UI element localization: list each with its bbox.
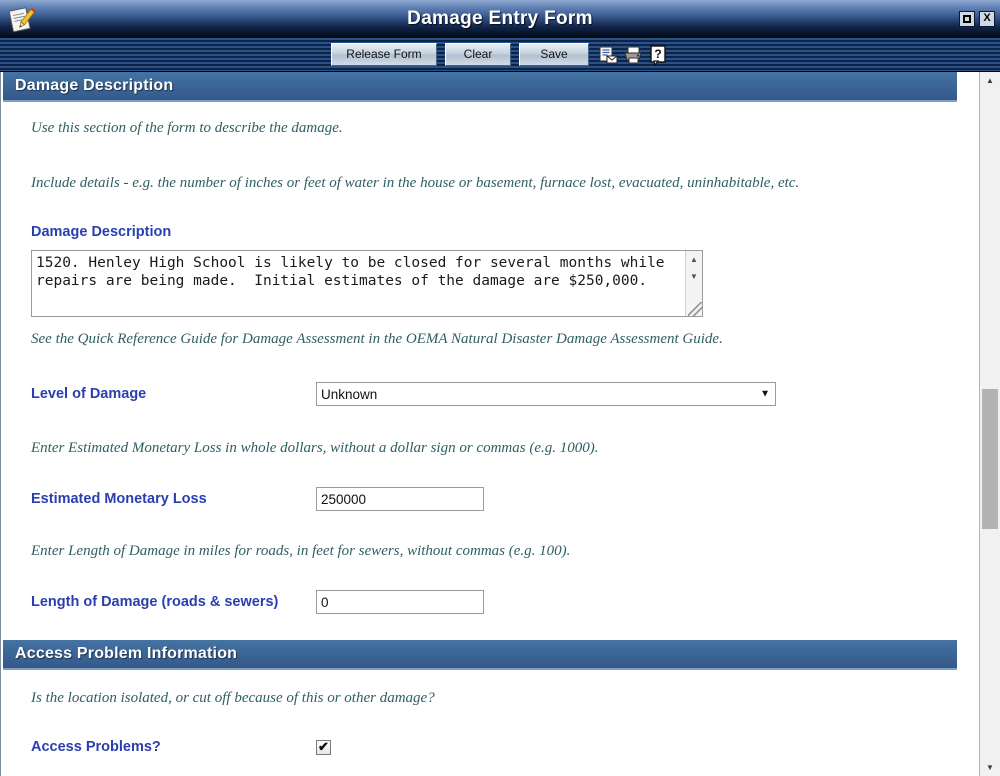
textarea-scroll-up-icon[interactable]: ▲: [686, 251, 703, 268]
scrollbar-track[interactable]: [980, 89, 1000, 759]
level-of-damage-label: Level of Damage: [31, 386, 147, 402]
damage-description-field-wrap: 1520. Henley High School is likely to be…: [31, 250, 703, 317]
toolbar: Release Form Clear Save ?: [0, 38, 1000, 72]
save-button[interactable]: Save: [519, 43, 589, 66]
damage-description-label: Damage Description: [31, 224, 172, 240]
maximize-button[interactable]: [959, 10, 975, 27]
access-problems-row: Access Problems? ✔: [31, 739, 959, 755]
level-of-damage-select[interactable]: Unknown: [316, 382, 776, 406]
damage-entry-form-window: Damage Entry Form X Release Form Clear S…: [0, 0, 1000, 776]
section-header-access-problem: Access Problem Information: [3, 640, 957, 670]
estimated-monetary-loss-input[interactable]: [316, 487, 484, 511]
section-header-damage-description: Damage Description: [3, 72, 957, 102]
estimated-monetary-loss-row: Estimated Monetary Loss: [31, 487, 959, 511]
length-of-damage-row: Length of Damage (roads & sewers): [31, 590, 959, 614]
help-icon[interactable]: ?: [647, 44, 669, 66]
clear-button[interactable]: Clear: [444, 43, 512, 66]
damage-note-4: Enter Estimated Monetary Loss in whole d…: [31, 440, 599, 456]
window-title: Damage Entry Form: [407, 7, 593, 29]
window-controls: X: [959, 10, 995, 27]
print-icon[interactable]: [622, 44, 644, 66]
damage-note-5: Enter Length of Damage in miles for road…: [31, 543, 571, 559]
toolbar-icon-group: ?: [597, 44, 669, 66]
access-problems-label: Access Problems?: [31, 739, 161, 755]
title-bar: Damage Entry Form X: [0, 0, 1000, 38]
damage-description-textarea[interactable]: 1520. Henley High School is likely to be…: [31, 250, 703, 317]
length-of-damage-input[interactable]: [316, 590, 484, 614]
scroll-down-icon[interactable]: ▼: [980, 759, 1000, 776]
checkmark-icon: ✔: [318, 739, 329, 754]
access-problems-checkbox[interactable]: ✔: [316, 739, 331, 755]
form-scroll-content: Damage Description Use this section of t…: [1, 72, 979, 776]
scroll-up-icon[interactable]: ▲: [980, 72, 1000, 89]
scrollbar-thumb[interactable]: [982, 389, 998, 529]
level-of-damage-select-wrap: Unknown ▼: [316, 382, 776, 406]
textarea-resize-grip[interactable]: [688, 302, 702, 316]
send-document-icon[interactable]: [597, 44, 619, 66]
access-note-1: Is the location isolated, or cut off bec…: [31, 690, 435, 706]
release-form-button[interactable]: Release Form: [331, 43, 437, 66]
level-of-damage-row: Level of Damage Unknown ▼: [31, 382, 959, 406]
page-scrollbar[interactable]: ▲ ▼: [979, 72, 1000, 776]
form-body: Damage Description Use this section of t…: [0, 72, 1000, 776]
section-damage-description: Damage Description: [3, 72, 957, 102]
section-access-problem-information: Access Problem Information: [3, 640, 957, 670]
close-button[interactable]: X: [979, 10, 995, 27]
svg-text:?: ?: [654, 47, 661, 61]
damage-note-3: See the Quick Reference Guide for Damage…: [31, 331, 723, 347]
damage-note-2: Include details - e.g. the number of inc…: [31, 175, 800, 191]
estimated-monetary-loss-label: Estimated Monetary Loss: [31, 491, 207, 507]
textarea-scroll-down-icon[interactable]: ▼: [686, 268, 703, 285]
damage-note-1: Use this section of the form to describe…: [31, 120, 343, 136]
notepad-pencil-icon: [4, 2, 38, 36]
length-of-damage-label: Length of Damage (roads & sewers): [31, 594, 279, 610]
